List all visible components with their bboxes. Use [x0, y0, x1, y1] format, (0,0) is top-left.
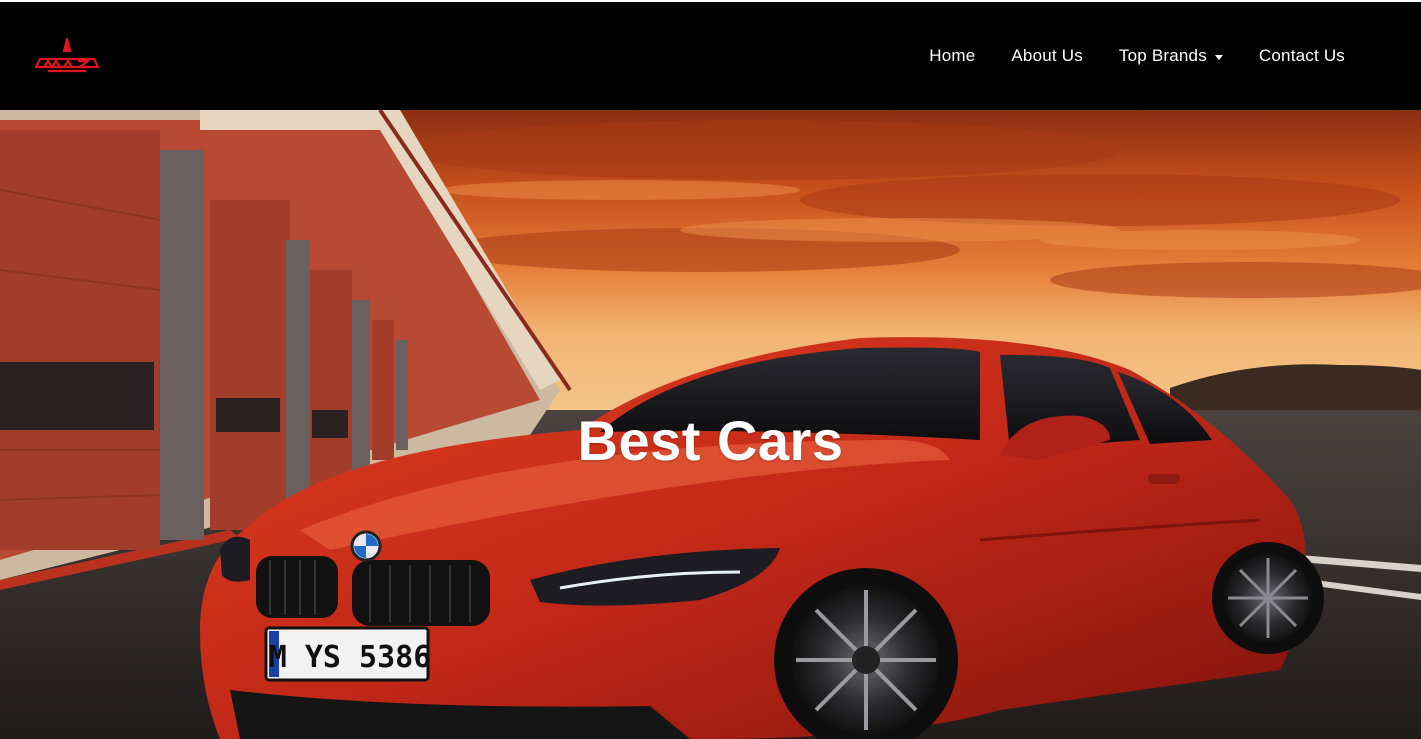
hero-banner: M YS 5386 Best Cars [0, 110, 1421, 739]
nav-menu: Home About Us Top Brands Contact Us [911, 46, 1345, 66]
nav-contact-label: Contact Us [1258, 46, 1345, 65]
caret-down-icon [1214, 54, 1223, 60]
hero-title: Best Cars [577, 409, 844, 472]
navbar: Home About Us Top Brands Contact Us [0, 2, 1421, 110]
nav-top-brands-dropdown[interactable]: Top Brands [1101, 46, 1241, 66]
nav-home-link[interactable]: Home [911, 46, 993, 66]
maz-logo-icon [34, 37, 100, 73]
nav-contact-link[interactable]: Contact Us [1241, 46, 1345, 66]
nav-home-label: Home [929, 46, 976, 65]
license-plate-text: M YS 5386 [269, 640, 432, 675]
nav-about-link[interactable]: About Us [993, 46, 1101, 66]
nav-top-brands-label: Top Brands [1118, 46, 1207, 65]
nav-about-label: About Us [1011, 46, 1083, 65]
brand-logo[interactable] [34, 36, 102, 76]
